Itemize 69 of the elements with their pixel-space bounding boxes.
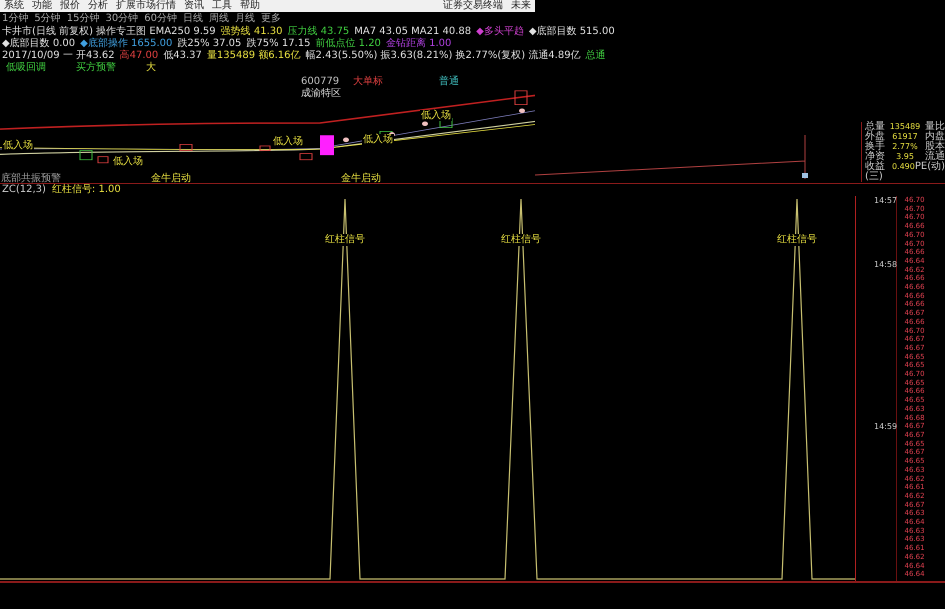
indicator-value: 强势线 41.30 [220,26,282,38]
chart-label: 低入场 [420,110,452,121]
info-label: 外盘 [865,132,885,142]
info-value: 61917 [892,132,918,142]
chart-label: 成渝特区 [300,88,342,99]
info-label: 收益(三) [865,162,886,182]
chart-label: 底部共振预警 [0,173,62,183]
indicator-value: 2017/10/09 一 开43.62 [2,50,115,62]
chart-label: 低入场 [272,136,304,147]
info-unit: 流通 [925,152,945,162]
period-tab[interactable]: 60分钟 [144,13,177,25]
indicator-value: 压力线 43.75 [287,26,350,38]
indicator-name: ZC(12,3) [2,184,46,196]
indicator-value: 量135489 额6.16亿 [206,50,301,62]
tick-time: 14:58 [874,260,898,269]
indicator-value: 低43.37 [163,50,202,62]
indicator-value: 红柱信号: 1.00 [52,184,121,196]
info-unit: 内盘 [924,132,945,142]
legend-label: 大 [146,62,156,74]
period-tab[interactable]: 1分钟 [2,13,28,25]
indicator-value: 跌75% 17.15 [246,38,310,50]
indicator-value: 卡井市(日线 前复权) 操作专王图 EMA250 9.59 [2,26,216,38]
legend-label: 低吸回调 [6,62,46,74]
menu-item[interactable]: 未来 [511,0,531,12]
indicator-value: 高47.00 [120,50,158,62]
tick-time: 14:59 [874,422,898,431]
info-value: 3.95 [896,152,914,162]
indicator-value: ◆底部目数 0.00 [2,38,76,50]
period-tab[interactable]: 月线 [234,13,255,25]
menu-item[interactable]: 工具 [212,0,232,12]
info-unit: 股本 [924,142,945,152]
chart-label: 低入场 [362,134,394,145]
info-value: 2.77% [892,142,918,152]
info-unit: 量比 [924,122,945,132]
menu-item[interactable]: 分析 [88,0,108,12]
info-unit: PE(动) [914,162,945,174]
menu-item[interactable]: 功能 [32,0,52,12]
indicator-value: 金钻距离 1.00 [386,38,452,50]
chart-label: 低入场 [112,156,144,167]
tick-time: 14:57 [874,196,898,205]
info-label: 净资 [865,152,885,162]
period-tab[interactable]: 日线 [182,13,203,25]
period-tab[interactable]: 15分钟 [66,13,100,25]
info-label: 换手 [865,142,885,152]
period-tab[interactable]: 5分钟 [34,13,61,25]
chart-label: 金牛启动 [150,173,192,183]
indicator-value: 前低点位 1.20 [315,38,381,50]
chart-label: 大单标 [352,76,384,87]
indicator-value: ◆底部目数 515.00 [528,26,615,38]
chart-label: 低入场 [2,140,34,151]
indicator-value: ◆底部操作 1655.00 [80,38,172,50]
menu-item[interactable]: 帮助 [240,0,260,12]
indicator-value: MA7 43.05 MA21 40.88 [354,26,472,38]
chart-label: 普通 [438,76,460,87]
info-label: 总量 [865,122,885,132]
legend-label: 买方预警 [76,62,116,74]
info-value: 0.490 [892,162,915,173]
chart-label: 600779 [300,76,340,87]
period-tab[interactable]: 周线 [208,13,229,25]
period-tab[interactable]: 30分钟 [105,13,138,25]
indicator-value: 跌25% 37.05 [177,38,242,50]
indicator-value: 总通 [586,50,606,62]
indicator-value: ◆多头平趋 [476,26,524,38]
menu-item[interactable]: 报价 [60,0,80,12]
indicator-value: 幅2.43(5.50%) 振3.63(8.21%) 换2.77%(复权) 流通4.89亿 [306,50,581,62]
menu-item[interactable]: 资讯 [184,0,204,12]
period-tab[interactable]: 更多 [260,13,281,25]
info-value: 135489 [890,122,920,132]
chart-label: 金牛启动 [340,173,382,183]
